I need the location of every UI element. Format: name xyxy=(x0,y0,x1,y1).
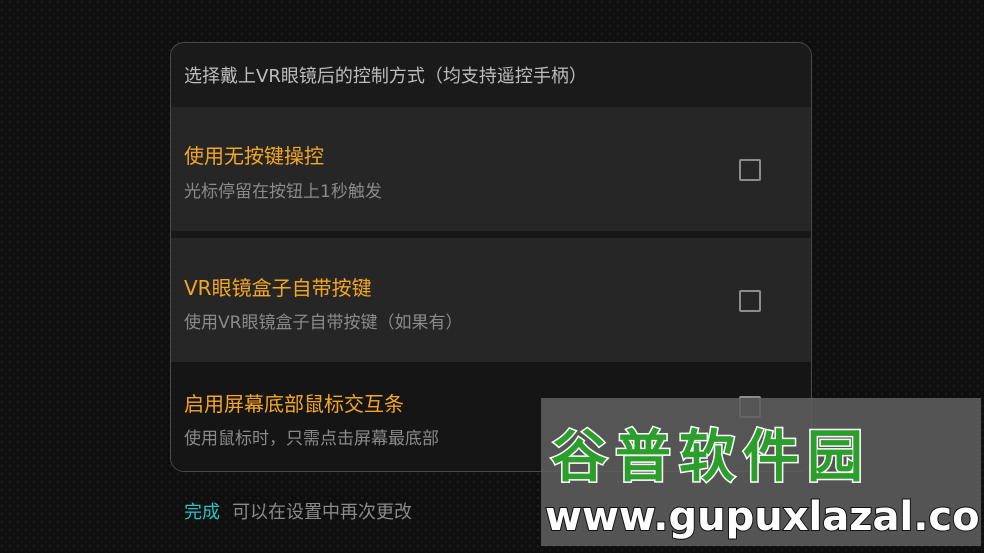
option-title: 启用屏幕底部鼠标交互条 xyxy=(184,392,404,416)
option-description: 使用VR眼镜盒子自带按键（如果有） xyxy=(184,313,463,333)
option-vr-box-buttons[interactable]: VR眼镜盒子自带按键 使用VR眼镜盒子自带按键（如果有） xyxy=(171,238,811,362)
option-title: 使用无按键操控 xyxy=(184,144,324,168)
site-watermark: 谷普软件园 www.gupuxlazal.com xyxy=(541,398,981,546)
dialog-footer: 完成 可以在设置中再次更改 xyxy=(184,498,412,524)
option-description: 使用鼠标时，只需点击屏幕最底部 xyxy=(184,429,439,449)
watermark-url: www.gupuxlazal.com xyxy=(544,493,981,541)
checkbox-unchecked-icon[interactable] xyxy=(739,159,761,181)
done-button[interactable]: 完成 xyxy=(184,498,220,524)
checkbox-unchecked-icon[interactable] xyxy=(739,290,761,312)
watermark-logo: 谷普软件园 xyxy=(550,424,871,492)
dialog-header: 选择戴上VR眼镜后的控制方式（均支持遥控手柄） xyxy=(171,43,811,107)
option-title: VR眼镜盒子自带按键 xyxy=(184,276,372,300)
option-no-button-control[interactable]: 使用无按键操控 光标停留在按钮上1秒触发 xyxy=(171,107,811,231)
footer-note: 可以在设置中再次更改 xyxy=(232,502,412,523)
option-description: 光标停留在按钮上1秒触发 xyxy=(184,182,382,202)
